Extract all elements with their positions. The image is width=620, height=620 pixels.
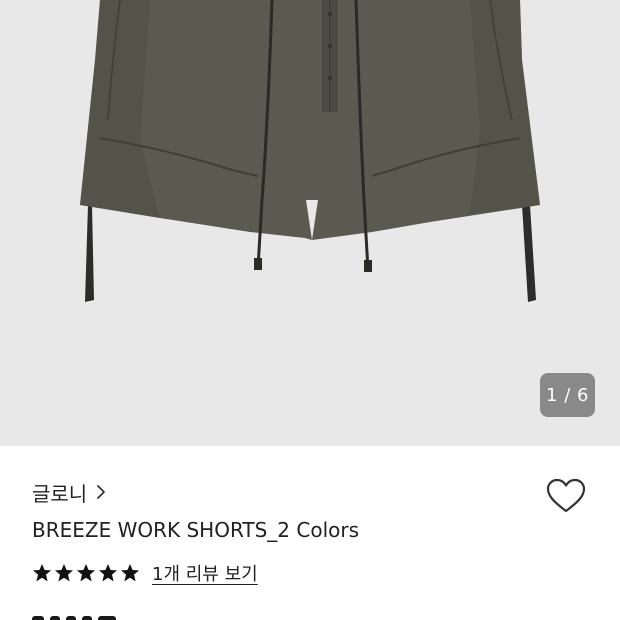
brand-link[interactable]: 글로니 [32, 478, 107, 506]
left-side-tape [85, 205, 94, 302]
star-filled-icon [99, 564, 117, 582]
star-filled-icon [55, 564, 73, 582]
right-side-tape [522, 205, 536, 302]
star-rating [32, 563, 140, 583]
wishlist-button[interactable] [544, 476, 588, 516]
star-filled-icon [121, 564, 139, 582]
product-image-gallery[interactable]: 1 / 6 [0, 0, 620, 446]
heart-outline-icon [546, 478, 586, 513]
chevron-right-icon [97, 485, 106, 499]
image-page-indicator: 1 / 6 [540, 373, 595, 417]
star-filled-icon [77, 564, 95, 582]
product-photo [80, 0, 540, 302]
price-cut-off [32, 612, 172, 620]
review-link[interactable]: 1개 리뷰 보기 [152, 560, 258, 586]
brand-name: 글로니 [32, 481, 88, 506]
shorts-right-shade [470, 0, 540, 214]
star-filled-icon [33, 564, 51, 582]
rating-row: 1개 리뷰 보기 [32, 560, 258, 586]
product-page: 1 / 6 글로니 BREEZE WORK SHORTS_2 Colors 1개 [0, 0, 620, 620]
product-title: BREEZE WORK SHORTS_2 Colors [32, 518, 360, 542]
product-info: 글로니 BREEZE WORK SHORTS_2 Colors 1개 리뷰 보기 [0, 446, 620, 620]
